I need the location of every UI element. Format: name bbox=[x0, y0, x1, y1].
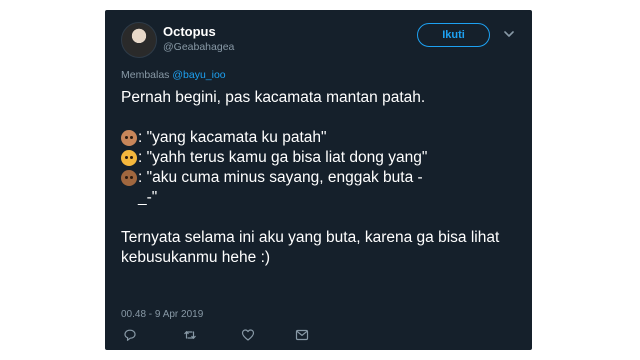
tweet-line-dog: : "yang kacamata ku patah" bbox=[121, 128, 521, 148]
reply-icon[interactable] bbox=[123, 328, 137, 342]
tweet-line-monkey: : "aku cuma minus sayang, enggak buta - … bbox=[121, 168, 521, 208]
timestamp[interactable]: 00.48 - 9 Apr 2019 bbox=[121, 309, 203, 320]
chevron-down-icon[interactable] bbox=[502, 27, 516, 41]
tweet-line-intro: Pernah begini, pas kacamata mantan patah… bbox=[121, 89, 426, 106]
tweet-text: Pernah begini, pas kacamata mantan patah… bbox=[121, 88, 521, 268]
cat-face-icon bbox=[121, 150, 137, 166]
user-handle[interactable]: @Geabahagea bbox=[163, 41, 234, 53]
follow-button[interactable]: Ikuti bbox=[417, 23, 490, 47]
tweet-line-outro: Ternyata selama ini aku yang buta, karen… bbox=[121, 229, 500, 266]
tweet-actions bbox=[121, 328, 421, 344]
monkey-face-icon bbox=[121, 170, 137, 186]
tweet-card: Octopus @Geabahagea Ikuti Membalas @bayu… bbox=[105, 10, 532, 350]
avatar[interactable] bbox=[121, 22, 157, 58]
reply-handle-link[interactable]: @bayu_ioo bbox=[172, 69, 225, 81]
tweet-line-cat-text: : "yahh terus kamu ga bisa liat dong yan… bbox=[138, 149, 428, 166]
like-icon[interactable] bbox=[241, 328, 255, 342]
display-name[interactable]: Octopus bbox=[163, 24, 216, 39]
tweet-line-monkey-text: : "aku cuma minus sayang, enggak buta - … bbox=[138, 169, 423, 206]
reply-context: Membalas @bayu_ioo bbox=[121, 69, 226, 81]
tweet-line-dog-text: : "yang kacamata ku patah" bbox=[138, 129, 327, 146]
reply-prefix: Membalas bbox=[121, 69, 170, 81]
dog-face-icon bbox=[121, 130, 137, 146]
message-icon[interactable] bbox=[295, 328, 309, 342]
tweet-line-cat: : "yahh terus kamu ga bisa liat dong yan… bbox=[121, 148, 521, 168]
retweet-icon[interactable] bbox=[183, 328, 197, 342]
